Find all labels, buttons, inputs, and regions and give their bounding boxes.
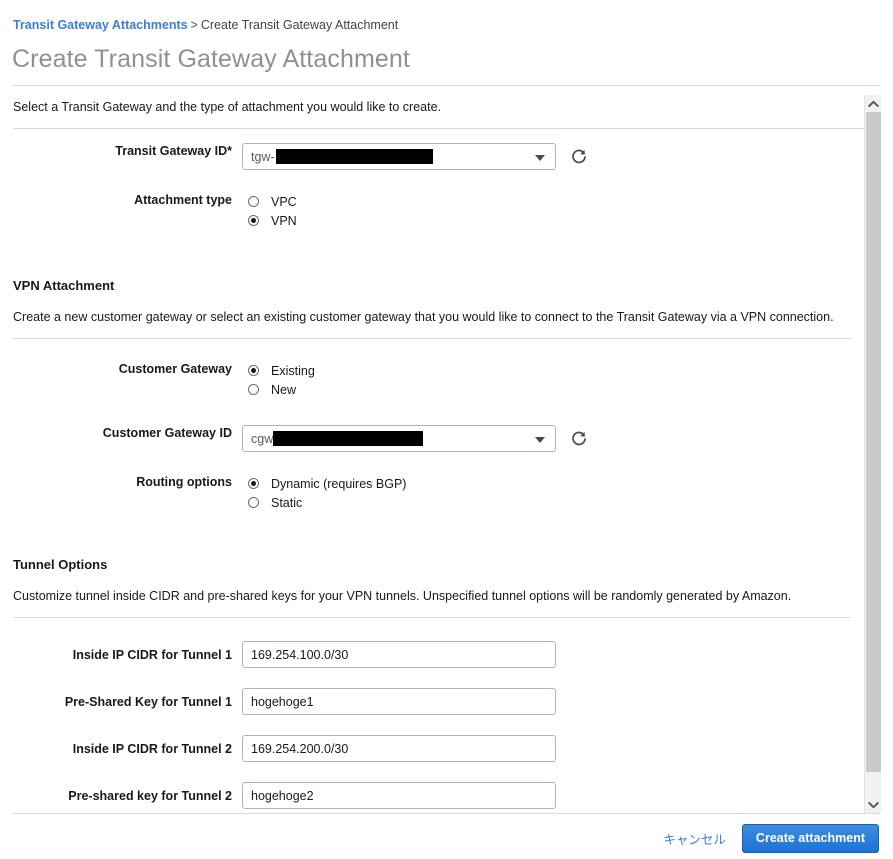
section-description-tunnel-options: Customize tunnel inside CIDR and pre-sha… [13, 589, 792, 603]
chevron-down-icon [535, 436, 545, 443]
vpn-attachment-divider [13, 338, 851, 339]
transit-gateway-id-field: tgw- [242, 143, 864, 170]
radio-option-dynamic[interactable]: Dynamic (requires BGP) [242, 474, 406, 493]
customer-gateway-id-prefix: cgw [251, 431, 274, 446]
transit-gateway-id-prefix: tgw- [251, 149, 275, 164]
radio-icon-new [248, 384, 259, 395]
field-row-transit-gateway-id: Transit Gateway ID* tgw- [0, 143, 864, 170]
breadcrumb-link-transit-gateway-attachments[interactable]: Transit Gateway Attachments [13, 18, 188, 32]
title-divider [13, 85, 880, 86]
radio-label-existing: Existing [271, 363, 315, 378]
radio-option-static[interactable]: Static [242, 493, 406, 512]
radio-icon-vpn [248, 215, 259, 226]
radio-label-vpc: VPC [271, 194, 297, 209]
customer-gateway-id-select[interactable]: cgw [242, 425, 556, 452]
pre-shared-key-tunnel-1-field [242, 688, 864, 715]
inside-ip-cidr-tunnel-1-input[interactable] [242, 641, 556, 668]
vertical-scrollbar[interactable] [864, 95, 881, 813]
radio-label-new: New [271, 382, 297, 397]
chevron-up-icon [867, 100, 879, 107]
attachment-type-field: VPC VPN [242, 192, 864, 230]
transit-gateway-id-select[interactable]: tgw- [242, 143, 556, 170]
radio-option-vpn[interactable]: VPN [242, 211, 297, 230]
cancel-button[interactable]: キャンセル [663, 829, 726, 848]
attachment-type-label: Attachment type [134, 193, 232, 207]
tunnel-options-divider [13, 617, 851, 618]
radio-icon-dynamic [248, 478, 259, 489]
inside-ip-cidr-tunnel-2-input[interactable] [242, 735, 556, 762]
pre-shared-key-tunnel-1-input[interactable] [242, 688, 556, 715]
refresh-icon[interactable] [570, 430, 588, 448]
form-scroll-region: Transit Gateway ID* tgw- Attachment type [0, 95, 893, 813]
radio-label-vpn: VPN [271, 213, 297, 228]
field-row-attachment-type: Attachment type VPC VPN [0, 192, 864, 230]
radio-icon-static [248, 497, 259, 508]
field-row-inside-ip-cidr-tunnel-1: Inside IP CIDR for Tunnel 1 [0, 641, 864, 668]
field-row-customer-gateway: Customer Gateway Existing New [0, 361, 864, 399]
inside-ip-cidr-tunnel-2-label: Inside IP CIDR for Tunnel 2 [72, 742, 232, 756]
field-row-customer-gateway-id: Customer Gateway ID cgw [0, 425, 864, 452]
footer-actions: キャンセル Create attachment [0, 814, 893, 853]
radio-icon-vpc [248, 196, 259, 207]
form-content: Transit Gateway ID* tgw- Attachment type [0, 95, 864, 809]
page-title: Create Transit Gateway Attachment [12, 45, 410, 73]
field-row-pre-shared-key-tunnel-2: Pre-shared key for Tunnel 2 [0, 782, 864, 809]
field-row-inside-ip-cidr-tunnel-2: Inside IP CIDR for Tunnel 2 [0, 735, 864, 762]
breadcrumb-separator: > [190, 18, 198, 32]
customer-gateway-id-field: cgw [242, 425, 864, 452]
radio-option-existing[interactable]: Existing [242, 361, 315, 380]
pre-shared-key-tunnel-2-field [242, 782, 864, 809]
radio-option-vpc[interactable]: VPC [242, 192, 297, 211]
field-row-routing-options: Routing options Dynamic (requires BGP) S… [0, 474, 864, 512]
radio-icon-existing [248, 365, 259, 376]
create-attachment-button[interactable]: Create attachment [741, 824, 879, 853]
attachment-type-radio-group: VPC VPN [242, 192, 297, 230]
customer-gateway-id-redaction-bar [273, 431, 424, 446]
field-row-pre-shared-key-tunnel-1: Pre-Shared Key for Tunnel 1 [0, 688, 864, 715]
inside-ip-cidr-tunnel-1-field [242, 641, 864, 668]
customer-gateway-radio-group: Existing New [242, 361, 315, 399]
pre-shared-key-tunnel-1-label: Pre-Shared Key for Tunnel 1 [64, 695, 232, 709]
routing-options-field: Dynamic (requires BGP) Static [242, 474, 864, 512]
refresh-icon[interactable] [570, 148, 588, 166]
transit-gateway-id-redaction-bar [275, 149, 433, 164]
transit-gateway-id-value: tgw- [243, 149, 433, 164]
routing-options-label: Routing options [136, 475, 232, 489]
transit-gateway-id-label: Transit Gateway ID* [115, 144, 232, 158]
footer: キャンセル Create attachment [0, 813, 893, 859]
section-heading-vpn-attachment: VPN Attachment [13, 278, 115, 293]
breadcrumb-current: Create Transit Gateway Attachment [200, 18, 399, 32]
inside-ip-cidr-tunnel-2-field [242, 735, 864, 762]
scroll-down-button[interactable] [865, 796, 881, 813]
scrollbar-track[interactable] [866, 112, 881, 796]
radio-label-static: Static [271, 495, 303, 510]
section-description-vpn-attachment: Create a new customer gateway or select … [13, 310, 834, 324]
chevron-down-icon [867, 801, 879, 808]
pre-shared-key-tunnel-2-label: Pre-shared key for Tunnel 2 [68, 789, 232, 803]
radio-label-dynamic: Dynamic (requires BGP) [271, 476, 407, 491]
scroll-up-button[interactable] [865, 95, 881, 112]
routing-options-radio-group: Dynamic (requires BGP) Static [242, 474, 406, 512]
chevron-down-icon [535, 154, 545, 161]
customer-gateway-field: Existing New [242, 361, 864, 399]
inside-ip-cidr-tunnel-1-label: Inside IP CIDR for Tunnel 1 [72, 648, 232, 662]
pre-shared-key-tunnel-2-input[interactable] [242, 782, 556, 809]
customer-gateway-id-value: cgw [243, 431, 424, 446]
scrollbar-thumb[interactable] [866, 112, 881, 772]
breadcrumb: Transit Gateway Attachments > Create Trans… [0, 0, 893, 33]
customer-gateway-label: Customer Gateway [118, 362, 232, 376]
customer-gateway-id-label: Customer Gateway ID [102, 426, 232, 440]
section-heading-tunnel-options: Tunnel Options [13, 557, 108, 572]
radio-option-new[interactable]: New [242, 380, 315, 399]
